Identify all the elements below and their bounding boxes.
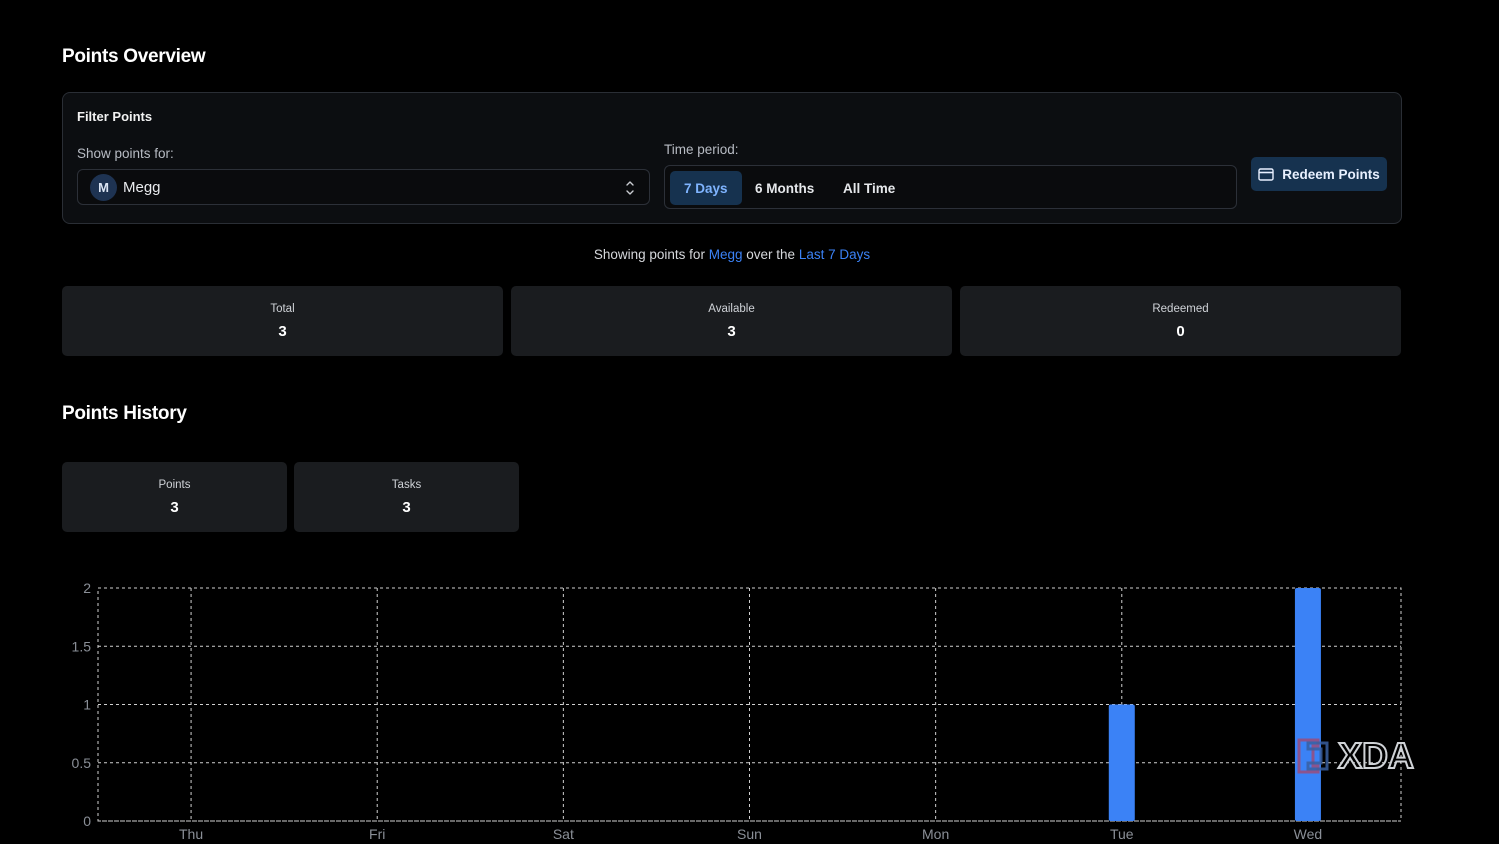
chart-bar xyxy=(1108,704,1135,821)
selected-user-name: Megg xyxy=(123,179,161,196)
redeem-points-button[interactable]: Redeem Points xyxy=(1251,157,1387,191)
stat-card-redeemed: Redeemed 0 xyxy=(960,286,1401,356)
stat-value: 3 xyxy=(402,499,411,516)
show-points-label: Show points for: xyxy=(77,146,174,161)
stat-label: Available xyxy=(708,303,755,315)
y-tick-label: 1.5 xyxy=(72,638,92,654)
x-tick-label: Tue xyxy=(1110,826,1134,842)
summary-prefix: Showing points for xyxy=(593,247,705,262)
stat-label: Points xyxy=(158,479,191,491)
stat-card-total: Total 3 xyxy=(62,286,503,356)
stat-label: Redeemed xyxy=(1152,303,1209,315)
y-tick-label: 0 xyxy=(83,813,91,829)
page-title: Points Overview xyxy=(62,46,206,67)
xda-logo-icon: XDA xyxy=(1297,734,1415,777)
y-tick-label: 1 xyxy=(83,697,91,713)
section-title-history: Points History xyxy=(62,403,187,424)
time-period-toggle: 7 Days 6 Months All Time xyxy=(664,165,1237,209)
y-tick-label: 2 xyxy=(83,580,91,596)
x-tick-label: Sat xyxy=(553,826,574,842)
time-period-label: Time period: xyxy=(664,142,739,157)
x-tick-label: Wed xyxy=(1294,826,1323,842)
filter-heading: Filter Points xyxy=(77,109,153,124)
stat-card-tasks: Tasks 3 xyxy=(294,462,519,532)
x-tick-label: Thu xyxy=(179,826,203,842)
stat-value: 3 xyxy=(727,323,736,340)
redeem-points-label: Redeem Points xyxy=(1282,166,1380,182)
tab-7-days[interactable]: 7 Days xyxy=(670,171,742,205)
tab-6-months[interactable]: 6 Months xyxy=(741,171,828,205)
watermark-text: XDA xyxy=(1338,735,1414,776)
filter-panel: Filter Points Show points for: M Megg Ti… xyxy=(62,92,1402,224)
credit-card-icon xyxy=(1258,167,1274,181)
x-tick-label: Fri xyxy=(369,826,385,842)
stat-card-available: Available 3 xyxy=(511,286,952,356)
x-tick-label: Mon xyxy=(922,826,949,842)
chart-bar xyxy=(1294,588,1321,821)
stat-label: Tasks xyxy=(391,479,422,491)
tab-all-time[interactable]: All Time xyxy=(829,171,909,205)
user-select[interactable]: M Megg xyxy=(77,169,650,205)
avatar: M xyxy=(90,174,117,201)
summary-user: Megg xyxy=(708,247,743,262)
summary-middle: over the xyxy=(746,247,796,262)
y-tick-label: 0.5 xyxy=(72,755,92,771)
chevron-up-down-icon xyxy=(626,181,634,195)
points-history-chart: 0 0.5 1 1.5 2 Thu Fri Sat Sun Mon Tue Wed xyxy=(72,580,1402,842)
stat-value: 3 xyxy=(278,323,287,340)
showing-summary: Showing points for Megg over the Last 7 … xyxy=(62,247,1402,262)
stat-value: 0 xyxy=(1176,323,1185,340)
stat-label: Total xyxy=(270,303,295,315)
stat-value: 3 xyxy=(170,499,179,516)
xda-watermark: XDA xyxy=(1296,734,1438,782)
x-tick-label: Sun xyxy=(737,826,762,842)
stat-card-points: Points 3 xyxy=(62,462,287,532)
summary-period: Last 7 Days xyxy=(798,247,871,262)
